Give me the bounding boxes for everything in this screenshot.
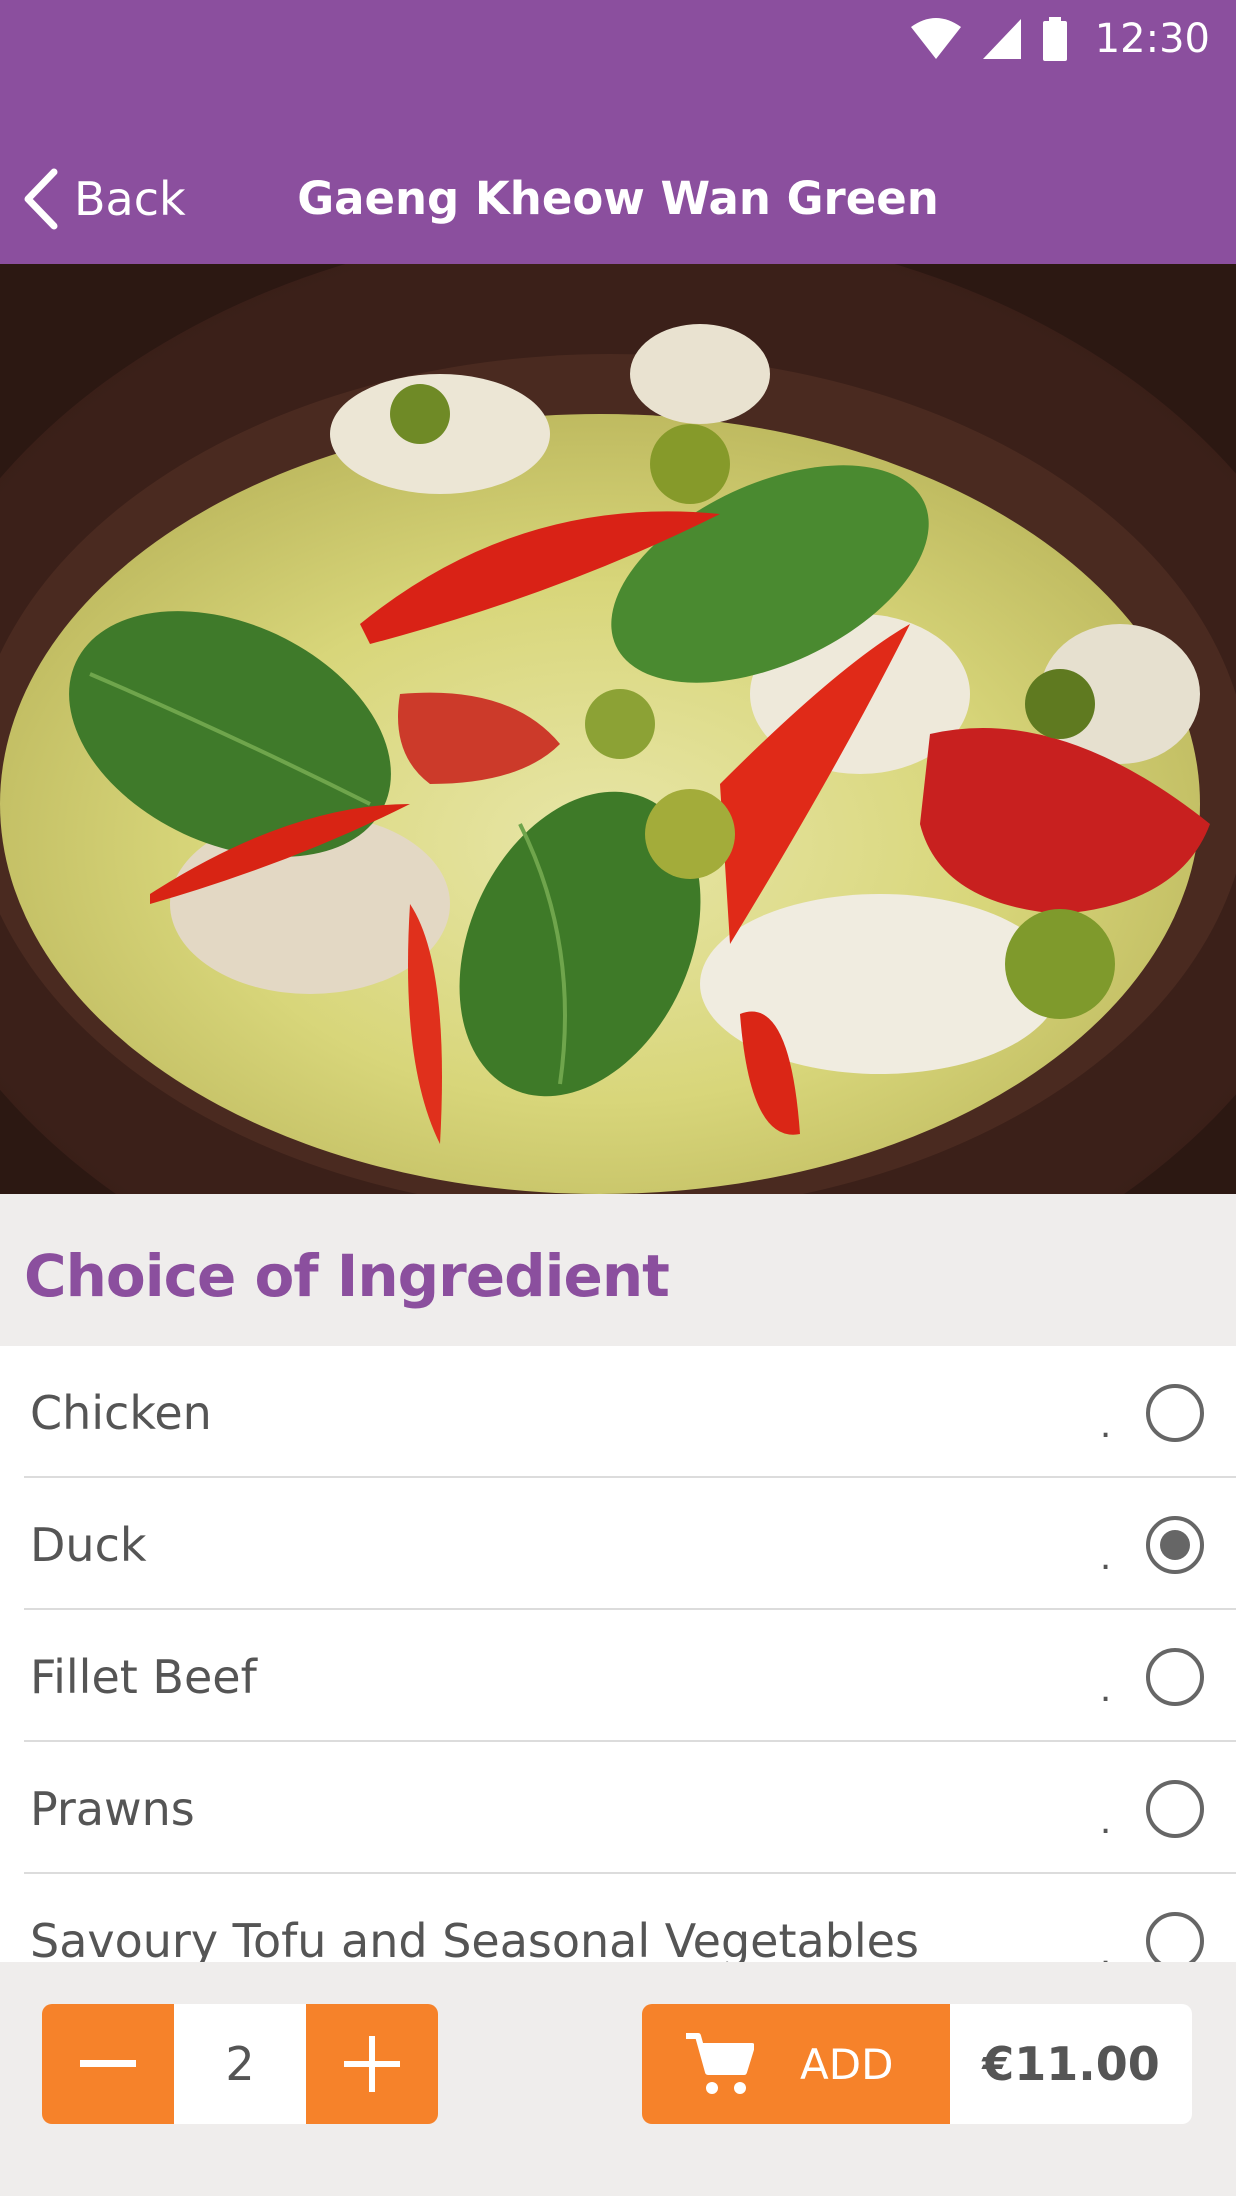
plus-icon xyxy=(344,2036,400,2092)
increase-quantity-button[interactable] xyxy=(306,2004,438,2124)
order-bar: 2 ADD €11.00 xyxy=(0,1962,1236,2196)
option-chicken[interactable]: Chicken . xyxy=(0,1346,1236,1478)
wifi-icon xyxy=(910,18,961,59)
battery-icon xyxy=(1042,17,1067,61)
dish-image xyxy=(0,264,1236,1194)
status-icons: 12:30 xyxy=(909,16,1210,62)
option-label: Prawns xyxy=(30,1782,195,1836)
add-to-cart-group: ADD €11.00 xyxy=(642,2004,1192,2124)
option-duck[interactable]: Duck . xyxy=(0,1478,1236,1610)
ingredient-section-header: Choice of Ingredient xyxy=(0,1194,1236,1346)
status-time: 12:30 xyxy=(1094,16,1210,62)
option-label: Duck xyxy=(30,1518,147,1572)
option-marker: . xyxy=(1100,1798,1112,1842)
ingredient-options-list: Chicken . Duck . Fillet Beef . Prawns . … xyxy=(0,1346,1236,2006)
add-label: ADD xyxy=(800,2039,894,2089)
quantity-value: 2 xyxy=(174,2004,306,2124)
option-marker: . xyxy=(1100,1666,1112,1710)
option-label: Chicken xyxy=(30,1386,212,1440)
option-label: Fillet Beef xyxy=(30,1650,257,1704)
radio-button[interactable] xyxy=(1146,1648,1204,1706)
section-title: Choice of Ingredient xyxy=(24,1242,670,1310)
option-fillet-beef[interactable]: Fillet Beef . xyxy=(0,1610,1236,1742)
option-label: Savoury Tofu and Seasonal Vegetables xyxy=(30,1914,919,1968)
add-to-cart-button[interactable]: ADD xyxy=(642,2004,950,2124)
option-marker: . xyxy=(1100,1402,1112,1446)
option-marker: . xyxy=(1100,1534,1112,1578)
page-title-text: Gaeng Kheow Wan Green xyxy=(297,172,939,225)
radio-button[interactable] xyxy=(1146,1780,1204,1838)
option-prawns[interactable]: Prawns . xyxy=(0,1742,1236,1874)
status-bar: 12:30 xyxy=(0,0,1236,78)
navigation-bar: Back Gaeng Kheow Wan Green xyxy=(0,78,1236,264)
decrease-quantity-button[interactable] xyxy=(42,2004,174,2124)
signal-icon xyxy=(982,19,1021,59)
page-title: Gaeng Kheow Wan Green xyxy=(0,172,1236,225)
cart-icon xyxy=(684,2032,754,2096)
radio-button[interactable] xyxy=(1146,1384,1204,1442)
price-value: €11.00 xyxy=(950,2004,1192,2124)
minus-icon xyxy=(80,2060,136,2067)
quantity-stepper: 2 xyxy=(42,2004,438,2124)
radio-button-selected[interactable] xyxy=(1146,1516,1204,1574)
